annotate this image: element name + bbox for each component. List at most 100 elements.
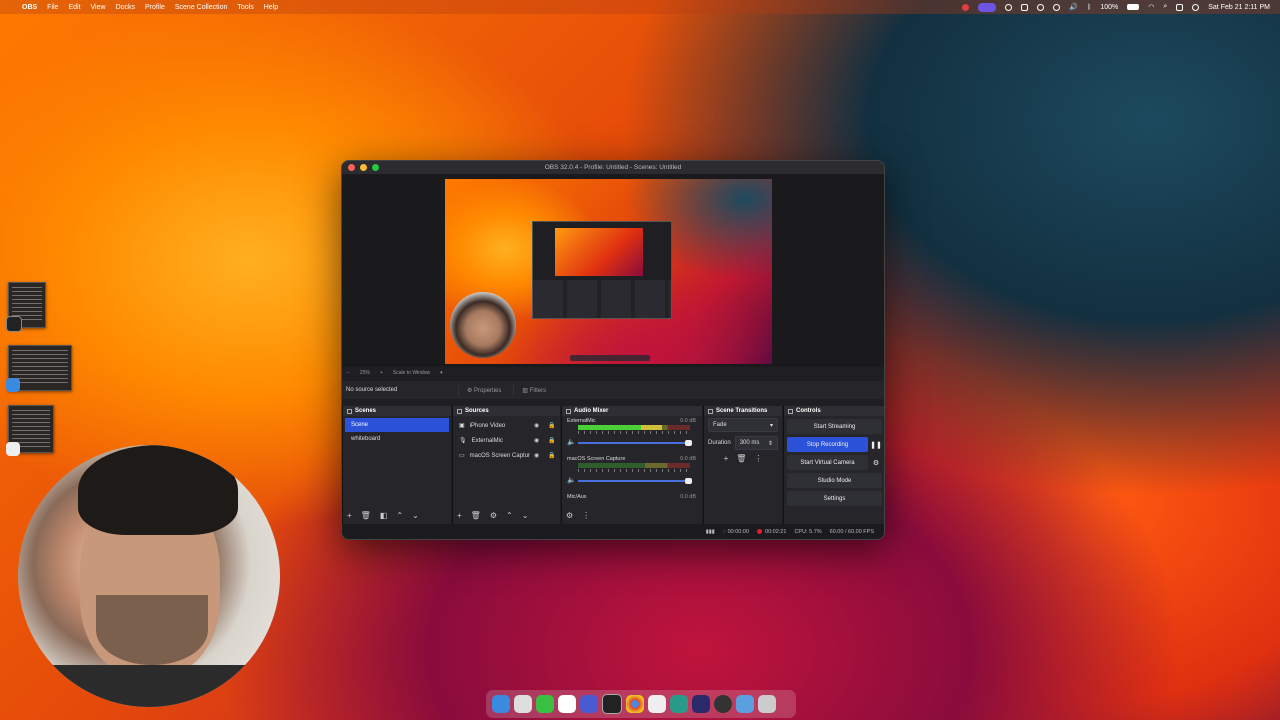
mixer-settings-icon[interactable]: ⚙ [566,511,573,520]
user-icon[interactable] [1192,3,1200,11]
finder-icon[interactable] [492,695,510,713]
obs-icon[interactable] [714,695,732,713]
properties-button[interactable]: ⚙ Properties [458,384,509,396]
menu-tools[interactable]: Tools [237,4,253,11]
add-transition-icon[interactable]: + [724,454,729,463]
speaker-icon[interactable]: 🔈 [567,438,576,446]
finder-icon[interactable] [6,378,20,392]
window-titlebar[interactable]: OBS 32.0.4 - Profile: Untitled - Scenes:… [342,161,884,174]
stepper-icon[interactable]: ⇕ [768,440,773,447]
scene-item-scene[interactable]: Scene [345,418,449,432]
pause-recording-icon[interactable]: ❚❚ [870,437,882,452]
chatgpt-icon[interactable] [602,694,622,714]
menu-edit[interactable]: Edit [68,4,80,11]
notes-icon[interactable] [6,442,20,456]
menu-profile[interactable]: Profile [145,4,165,11]
move-down-icon[interactable]: ⌄ [412,511,419,520]
more-options-icon[interactable]: ⋮ [582,511,590,520]
lock-icon[interactable]: 🔒 [548,422,555,429]
app-icon[interactable] [670,695,688,713]
folder-icon[interactable] [736,695,754,713]
dock-icon [788,408,793,414]
menubar-clock[interactable]: Sat Feb 21 2:11 PM [1208,4,1270,11]
app-icon[interactable] [580,695,598,713]
transition-select[interactable]: Fade ▾ [708,418,778,432]
preview-area[interactable]: − 25% + Scale to Window ▾ [342,174,884,376]
menu-scene-collection[interactable]: Scene Collection [175,4,228,11]
notes-icon[interactable] [648,695,666,713]
speaker-icon[interactable]: 🔈 [567,476,576,484]
stop-icon[interactable] [1053,3,1061,11]
source-settings-icon[interactable]: ⚙ [490,511,497,520]
scenes-dock: Scenes Scene whiteboard + 🗑 ◧ ⌃ ⌄ [342,406,451,524]
menu-docks[interactable]: Docks [116,4,135,11]
menu-view[interactable]: View [91,4,106,11]
menu-help[interactable]: Help [264,4,278,11]
source-item-screen-capture[interactable]: ▭ macOS Screen Captur ◉ 🔒 [453,448,560,463]
play-icon[interactable] [1037,3,1045,11]
duration-input[interactable]: 300 ms ⇕ [734,436,778,450]
studio-mode-button[interactable]: Studio Mode [787,473,882,488]
menu-app-name[interactable]: OBS [22,4,37,11]
menu-file[interactable]: File [47,4,58,11]
add-scene-icon[interactable]: + [347,511,352,520]
menubar-extra-icon[interactable] [1005,3,1013,11]
lock-icon[interactable]: 🔒 [548,437,555,444]
status-app-icon[interactable] [962,3,970,11]
volume-meter [578,463,690,468]
control-center-icon[interactable] [1176,3,1184,11]
volume-icon[interactable]: 🔊 [1069,3,1078,11]
move-up-icon[interactable]: ⌃ [506,511,513,520]
lock-icon[interactable]: 🔒 [548,452,555,459]
controls-header[interactable]: Controls [784,406,884,416]
zoom-level: 25% [359,370,370,376]
sources-header[interactable]: Sources [453,406,560,416]
remove-transition-icon[interactable]: 🗑 [736,454,746,463]
controls-dock: Controls Start Streaming Stop Recording … [783,406,884,524]
program-preview-canvas[interactable] [445,179,772,364]
remove-scene-icon[interactable]: 🗑 [361,511,371,520]
remove-source-icon[interactable]: 🗑 [471,511,481,520]
scale-mode-select[interactable]: Scale to Window [393,370,430,376]
move-up-icon[interactable]: ⌃ [396,511,403,520]
chrome-icon[interactable] [626,695,644,713]
visibility-eye-icon[interactable]: ◉ [534,422,539,429]
volume-slider-knob[interactable] [685,478,692,484]
bluetooth-icon[interactable]: ᛒ [1087,4,1091,11]
move-down-icon[interactable]: ⌄ [522,511,529,520]
volume-slider-knob[interactable] [685,440,692,446]
visibility-eye-icon[interactable]: ◉ [534,437,539,444]
visibility-eye-icon[interactable]: ◉ [534,452,539,459]
audio-mixer-header[interactable]: Audio Mixer [562,406,702,416]
zoom-out-icon[interactable]: − [347,370,350,376]
source-item-externalmic[interactable]: 🎙 ExternalMic ◉ 🔒 [453,433,560,448]
trash-icon[interactable] [758,695,776,713]
add-source-icon[interactable]: + [457,511,462,520]
chatgpt-icon[interactable] [6,316,22,332]
messages-icon[interactable] [536,695,554,713]
start-virtual-camera-button[interactable]: Start Virtual Camera [787,455,868,470]
clipboard-icon[interactable] [1021,3,1029,11]
filters-button[interactable]: ▥ Filters [513,384,554,396]
more-options-icon[interactable]: ⋮ [754,454,762,463]
launchpad-icon[interactable] [514,695,532,713]
volume-slider[interactable] [578,440,692,446]
virtual-camera-settings-icon[interactable]: ⚙ [870,455,882,470]
battery-icon[interactable] [1127,4,1140,10]
wifi-icon[interactable]: ◠ [1148,3,1154,11]
spotlight-search-icon[interactable]: ⌕ [1163,3,1167,11]
settings-button[interactable]: Settings [787,491,882,506]
volume-slider[interactable] [578,478,692,484]
zoom-in-icon[interactable]: + [380,370,383,376]
scene-item-whiteboard[interactable]: whiteboard [345,432,449,446]
scene-transitions-header[interactable]: Scene Transitions [704,406,782,416]
scenes-header[interactable]: Scenes [343,406,451,416]
source-item-iphone-video[interactable]: ▣ iPhone Video ◉ 🔒 [453,418,560,433]
recording-indicator-icon[interactable] [978,2,997,12]
stop-recording-button[interactable]: Stop Recording [787,437,868,452]
start-streaming-button[interactable]: Start Streaming [787,419,882,434]
app-icon[interactable] [692,695,710,713]
scene-filters-icon[interactable]: ◧ [380,511,388,520]
chevron-down-icon[interactable]: ▾ [440,370,443,376]
calendar-icon[interactable] [558,695,576,713]
